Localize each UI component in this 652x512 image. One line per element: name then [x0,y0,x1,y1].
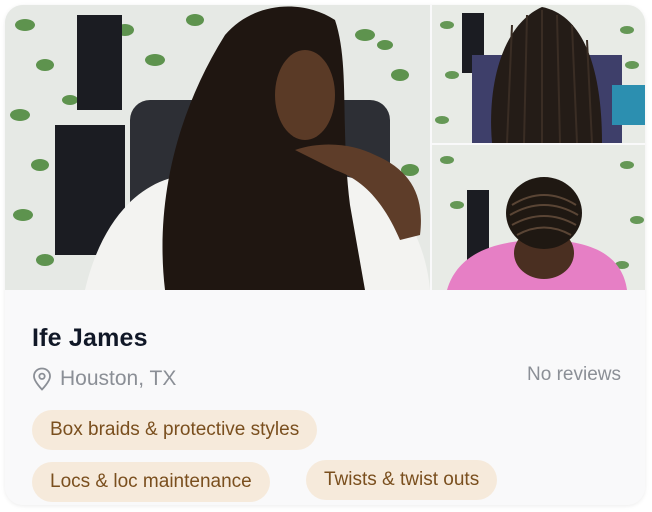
braids-back-image [432,5,645,143]
main-photo[interactable] [5,5,430,290]
tag-locs[interactable]: Locs & loc maintenance [32,462,270,502]
stylist-card[interactable]: Ife James Houston, TX No reviews Box bra… [5,5,645,505]
cornrows-image [432,145,645,290]
stylist-info: Ife James Houston, TX No reviews Box bra… [5,290,645,505]
top-right-photo[interactable] [432,5,645,143]
photo-gallery[interactable] [5,5,645,290]
reviews-count[interactable]: No reviews [527,364,621,386]
bottom-right-photo[interactable] [432,145,645,290]
location: Houston, TX [32,367,176,391]
map-pin-icon [33,367,51,391]
tag-box-braids[interactable]: Box braids & protective styles [32,410,318,450]
location-text: Houston, TX [60,367,177,390]
tag-twists[interactable]: Twists & twist outs [306,460,498,500]
long-curly-braids-image [5,5,430,290]
stylist-name[interactable]: Ife James [32,324,148,353]
